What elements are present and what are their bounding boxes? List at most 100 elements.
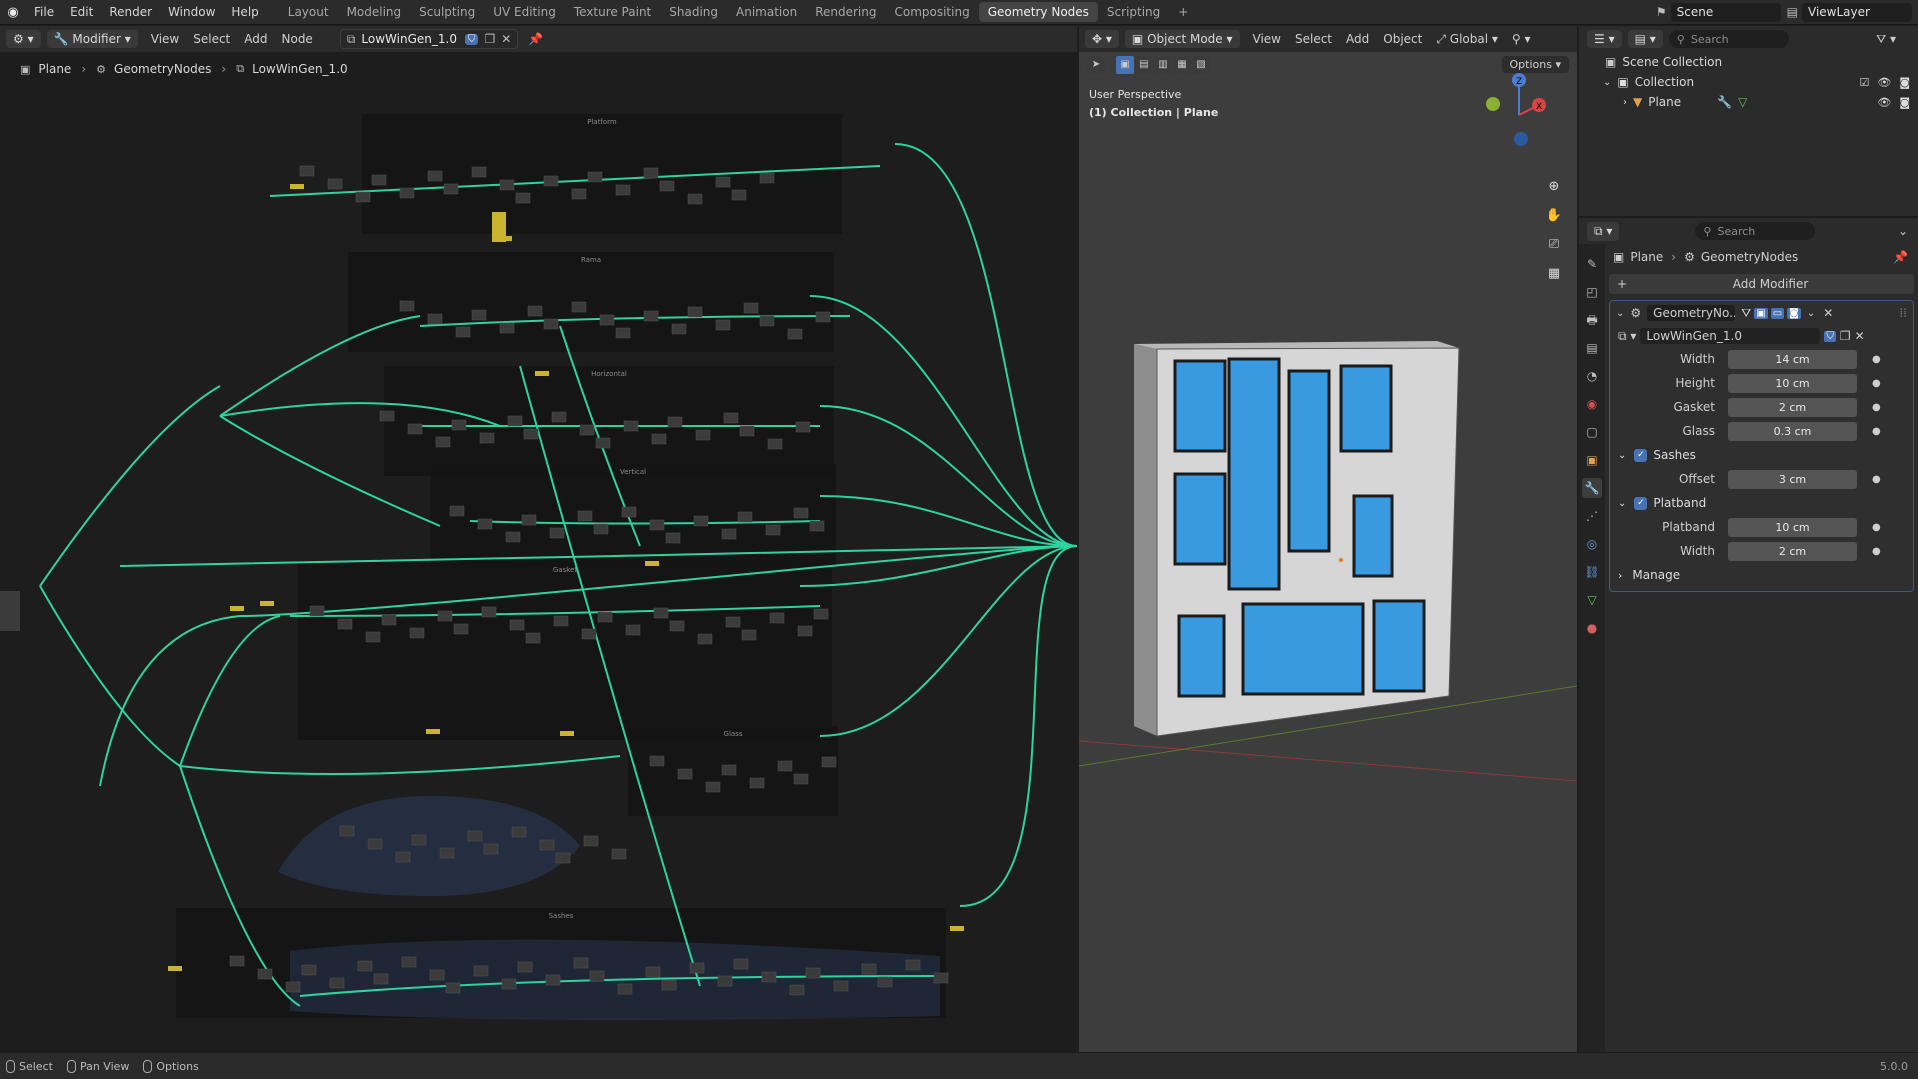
node[interactable] [793, 507, 809, 519]
glass-field[interactable]: 0.3 cm [1728, 421, 1857, 441]
value-node[interactable] [260, 601, 274, 606]
pin-icon[interactable]: 📌 [528, 32, 543, 46]
node[interactable] [739, 425, 755, 437]
node[interactable] [395, 851, 411, 863]
material-tab-icon[interactable]: ● [1582, 618, 1602, 638]
node[interactable] [611, 848, 627, 860]
constraints-tab-icon[interactable]: ⛓ [1582, 562, 1602, 582]
gasket-field[interactable]: 2 cm [1728, 397, 1857, 417]
node[interactable] [813, 608, 829, 620]
camera-icon[interactable]: ⎚ [1543, 234, 1565, 256]
select-invert-icon[interactable]: ▦ [1173, 56, 1191, 74]
pan-hand-icon[interactable]: ✋ [1543, 205, 1565, 227]
collection-tab-icon[interactable]: ▢ [1582, 422, 1602, 442]
node[interactable] [339, 825, 355, 837]
menu-object[interactable]: Object [1376, 30, 1429, 48]
close-icon[interactable]: ✕ [1823, 306, 1833, 320]
select-subtract-icon[interactable]: ▥ [1154, 56, 1172, 74]
node[interactable] [809, 520, 825, 532]
node[interactable] [621, 506, 637, 518]
node[interactable] [595, 437, 611, 449]
menu-window[interactable]: Window [160, 5, 223, 19]
platband-field[interactable]: 10 cm [1728, 517, 1857, 537]
duplicate-icon[interactable]: ❐ [484, 32, 495, 46]
node[interactable] [877, 976, 893, 988]
duplicate-icon[interactable]: ❐ [1840, 329, 1851, 343]
node[interactable] [659, 180, 675, 192]
tab-layout[interactable]: Layout [279, 2, 338, 22]
display-mode-button[interactable]: ▤ ▾ [1627, 30, 1663, 48]
editor-type-button[interactable]: ☰ ▾ [1587, 30, 1622, 48]
keyframe-dot-icon[interactable]: ● [1872, 426, 1881, 437]
menu-help[interactable]: Help [223, 5, 266, 19]
platband-width-field[interactable]: 2 cm [1728, 541, 1857, 561]
node[interactable] [715, 176, 731, 188]
checkbox-icon[interactable]: ☑ [1859, 76, 1869, 89]
chevron-down-icon[interactable]: ⌄ [1616, 308, 1624, 319]
node[interactable] [327, 178, 343, 190]
node[interactable] [523, 428, 539, 440]
value-node[interactable] [645, 561, 659, 566]
node[interactable] [705, 781, 721, 793]
node[interactable] [615, 184, 631, 196]
node[interactable] [651, 433, 667, 445]
mode-selector[interactable]: ▣ Object Mode ▾ [1124, 30, 1240, 48]
editor-type-button[interactable]: ✥ ▾ [1085, 30, 1119, 48]
node[interactable] [373, 973, 389, 985]
node-frame[interactable] [384, 366, 834, 476]
output-tab-icon[interactable]: 🖶 [1582, 310, 1602, 330]
chevron-down-icon[interactable]: ⌄ [1618, 498, 1626, 509]
node[interactable] [697, 633, 713, 645]
snap-icon[interactable]: ⚲ ▾ [1505, 30, 1538, 48]
node[interactable] [793, 773, 809, 785]
node[interactable] [451, 419, 467, 431]
fake-user-icon[interactable]: ⛉ [464, 33, 479, 45]
node[interactable] [743, 302, 759, 314]
keyframe-dot-icon[interactable]: ● [1872, 546, 1881, 557]
node[interactable] [367, 838, 383, 850]
node[interactable] [689, 962, 705, 974]
menu-view[interactable]: View [144, 30, 186, 48]
node[interactable] [427, 313, 443, 325]
keyframe-dot-icon[interactable]: ● [1872, 402, 1881, 413]
menu-view[interactable]: View [1246, 30, 1288, 48]
node[interactable] [401, 956, 417, 968]
node[interactable] [599, 314, 615, 326]
tab-shading[interactable]: Shading [660, 2, 727, 22]
chevron-down-icon[interactable]: ⌄ [1898, 224, 1908, 238]
edit-mode-icon[interactable]: ⛛ [1741, 306, 1751, 321]
node-canvas[interactable]: Platform Rama Horizontal Vertical Gasket Glas… [0, 26, 1077, 1052]
tab-uv-editing[interactable]: UV Editing [484, 2, 565, 22]
node[interactable] [695, 429, 711, 441]
chevron-down-icon[interactable]: ⌄ [1807, 308, 1815, 319]
manage-panel-header[interactable]: › Manage [1610, 563, 1913, 587]
node[interactable] [517, 961, 533, 973]
grid-icon[interactable]: ▦ [1543, 263, 1565, 285]
eye-icon[interactable]: 👁 [1877, 76, 1891, 89]
node[interactable] [861, 963, 877, 975]
node[interactable] [587, 171, 603, 183]
node[interactable] [725, 616, 741, 628]
node[interactable] [765, 524, 781, 536]
node[interactable] [435, 436, 451, 448]
node[interactable] [767, 438, 783, 450]
select-extend-icon[interactable]: ▤ [1135, 56, 1153, 74]
node[interactable] [643, 310, 659, 322]
node[interactable] [777, 760, 793, 772]
node[interactable] [501, 978, 517, 990]
tab-animation[interactable]: Animation [727, 2, 806, 22]
gizmo-y-handle[interactable] [1486, 97, 1500, 111]
node[interactable] [583, 835, 599, 847]
collection-row[interactable]: ⌄ ▣ Collection ☑ 👁 ◙ [1579, 72, 1918, 92]
orientation-selector[interactable]: ⤢ Global ▾ [1429, 30, 1505, 49]
node[interactable] [721, 764, 737, 776]
node[interactable] [589, 970, 605, 982]
scene-collection-row[interactable]: ▣ Scene Collection [1579, 52, 1918, 72]
unlink-icon[interactable]: ✕ [1855, 329, 1865, 343]
node[interactable] [499, 179, 515, 191]
node[interactable] [527, 305, 543, 317]
node[interactable] [439, 847, 455, 859]
tab-geometry-nodes[interactable]: Geometry Nodes [978, 2, 1098, 22]
node[interactable] [521, 514, 537, 526]
tab-sculpting[interactable]: Sculpting [410, 2, 484, 22]
